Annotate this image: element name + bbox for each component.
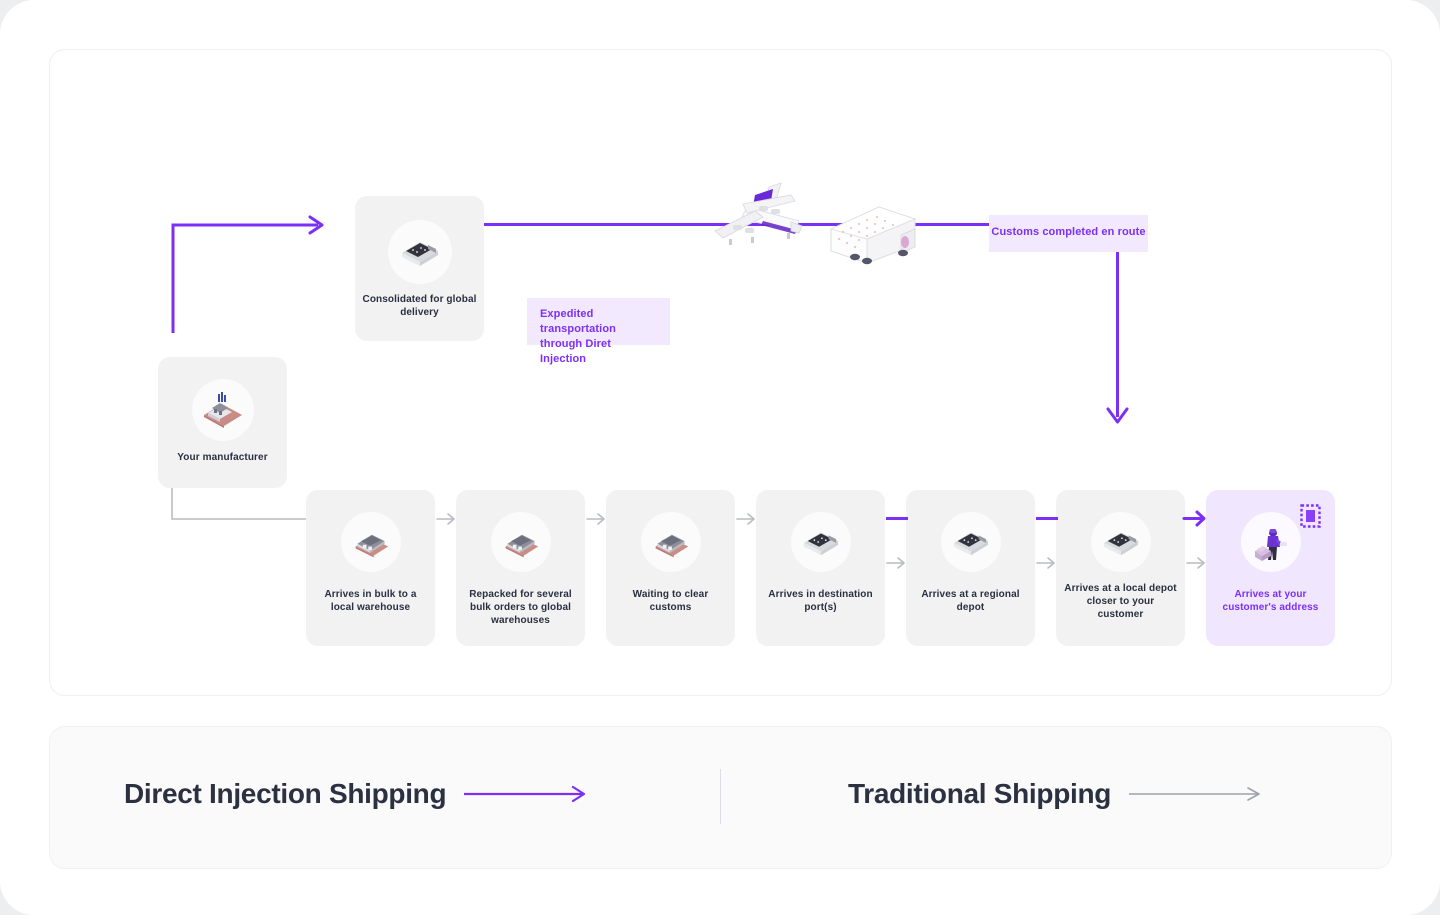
step-card-7-label: Arrives at your customer's address	[1222, 589, 1319, 613]
factory-icon	[191, 379, 254, 441]
warehouse-icon	[640, 512, 701, 572]
legend-direct-injection-label: Direct Injection Shipping	[124, 778, 447, 809]
node-manufacturer[interactable]: Your manufacturer	[158, 357, 287, 488]
step-card-4[interactable]: Arrives in destination port(s)	[756, 490, 885, 646]
step-card-2-label: Repacked for several bulk orders to glob…	[469, 589, 572, 626]
express-line-arrowhead	[1106, 407, 1129, 424]
step-card-6-label: Arrives at a local depot closer to your …	[1064, 583, 1177, 620]
connector-purple-2	[1036, 517, 1058, 520]
route-purple-to-consolidated	[171, 215, 324, 333]
legend-traditional-label: Traditional Shipping	[848, 778, 1112, 809]
cargo-depot-icon	[790, 512, 851, 572]
connector-purple-1	[886, 517, 908, 520]
step-card-3-label: Waiting to clear customs	[632, 589, 709, 613]
cargo-depot-icon	[940, 512, 1001, 572]
arrow-right-icon	[1129, 787, 1260, 801]
step-card-7[interactable]: Arrives at your customer's address	[1206, 490, 1335, 646]
legend-traditional: Traditional Shipping	[848, 778, 1274, 810]
node-manufacturer-label: Your manufacturer	[177, 452, 268, 463]
legend-direct-injection: Direct Injection Shipping	[124, 778, 594, 810]
connector-grey-1	[436, 513, 455, 525]
cargo-depot-icon	[387, 220, 452, 284]
connector-grey-6	[1186, 557, 1205, 569]
warehouse-icon	[490, 512, 551, 572]
connector-purple-arrow	[1182, 510, 1206, 527]
cargo-depot-icon	[1090, 512, 1151, 572]
warehouse-icon	[340, 512, 401, 572]
connector-grey-5	[1036, 557, 1055, 569]
step-card-6[interactable]: Arrives at a local depot closer to your …	[1056, 490, 1185, 646]
step-card-1-label: Arrives in bulk to a local warehouse	[324, 589, 417, 613]
connector-grey-3	[736, 513, 755, 525]
step-card-5-label: Arrives at a regional depot	[921, 589, 1020, 613]
badge-expedited: Expedited transportation through Diret I…	[527, 298, 670, 365]
arrow-right-icon	[464, 785, 586, 803]
diagram-panel: Expedited transportation through Diret I…	[49, 49, 1392, 696]
stamp-icon	[1300, 504, 1321, 528]
diagram-page: Expedited transportation through Diret I…	[0, 0, 1440, 915]
step-card-3[interactable]: Waiting to clear customs	[606, 490, 735, 646]
cargo-plane-icon	[714, 182, 803, 245]
step-card-5[interactable]: Arrives at a regional depot	[906, 490, 1035, 646]
node-consolidated[interactable]: Consolidated for global delivery	[355, 196, 484, 341]
legend-divider	[720, 769, 721, 824]
node-consolidated-label: Consolidated for global delivery	[362, 294, 477, 318]
express-line-vertical	[1116, 223, 1119, 417]
step-card-2[interactable]: Repacked for several bulk orders to glob…	[456, 490, 585, 646]
delivery-person-icon	[1240, 512, 1301, 572]
step-card-1[interactable]: Arrives in bulk to a local warehouse	[306, 490, 435, 646]
badge-customs: Customs completed en route	[989, 215, 1148, 252]
semi-truck-icon	[829, 206, 917, 265]
connector-grey-4	[886, 557, 905, 569]
step-card-4-label: Arrives in destination port(s)	[768, 589, 873, 613]
connector-grey-2	[586, 513, 605, 525]
